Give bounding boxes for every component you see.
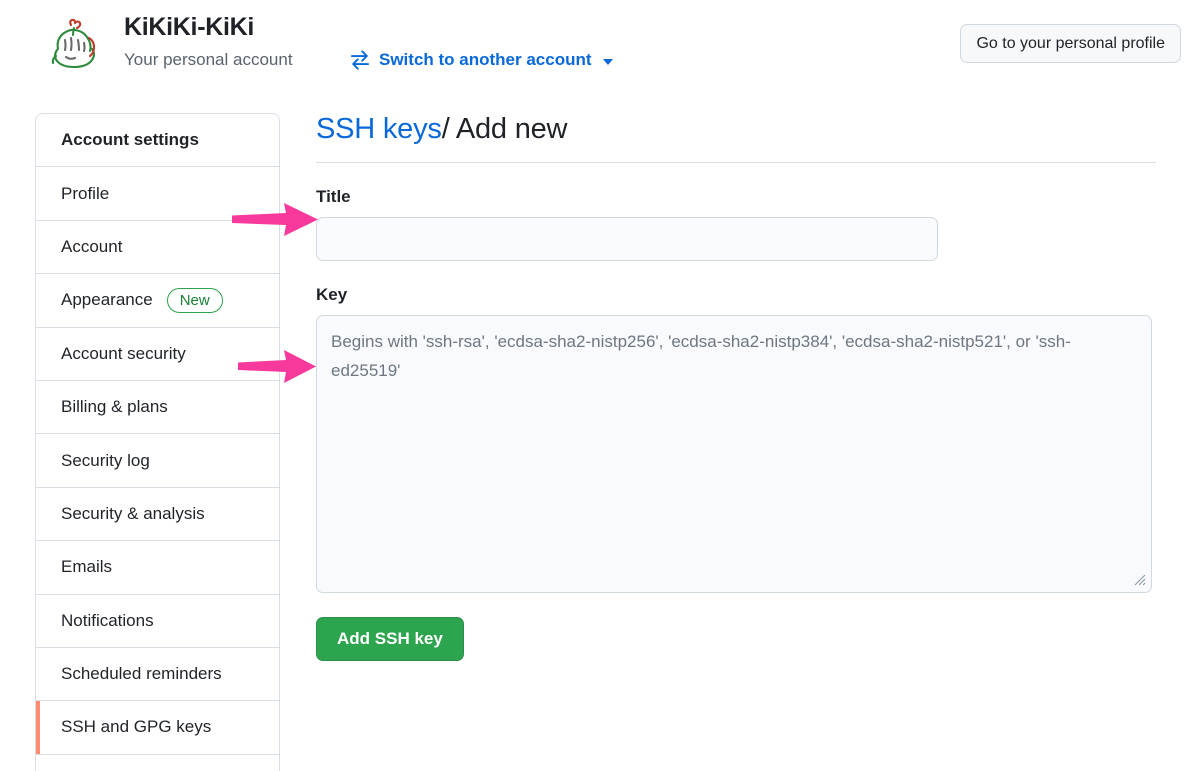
account-subtitle: Your personal account (124, 50, 293, 69)
breadcrumb-current: Add new (455, 113, 568, 145)
switch-arrows-icon (350, 50, 370, 70)
sidebar-item-emails[interactable]: Emails (36, 541, 279, 595)
sidebar-item-ssh-and-gpg-keys[interactable]: SSH and GPG keys (36, 701, 279, 755)
sidebar-item-label: Profile (61, 183, 110, 203)
sidebar-item-billing-plans[interactable]: Billing & plans (36, 381, 279, 435)
switch-account-control[interactable]: Switch to another account (350, 50, 613, 70)
key-field-label: Key (316, 285, 348, 304)
sidebar-item-account-security[interactable]: Account security (36, 328, 279, 381)
go-to-personal-profile-button[interactable]: Go to your personal profile (960, 24, 1181, 63)
header-divider (316, 162, 1156, 163)
sidebar-item-label: Billing & plans (61, 397, 168, 417)
breadcrumb-ssh-keys-link[interactable]: SSH keys (316, 113, 442, 145)
breadcrumb: SSH keys/ Add new (316, 113, 1156, 162)
sidebar-item-label: Appearance (61, 290, 153, 310)
sidebar-item-account[interactable]: Account (36, 221, 279, 275)
sidebar-item-partial[interactable] (36, 755, 279, 771)
account-settings-sidebar: Account settings Profile Account Appearanc… (35, 113, 280, 771)
sidebar-item-badge: New (166, 287, 223, 313)
sidebar-item-appearance[interactable]: Appearance New (36, 274, 279, 328)
account-name: KiKiKi-KiKi (124, 13, 255, 41)
chevron-down-icon[interactable] (602, 58, 613, 65)
title-input[interactable] (316, 217, 938, 261)
page-root: KiKiKi-KiKi Your personal account Switch… (0, 0, 1200, 771)
add-ssh-key-button[interactable]: Add SSH key (316, 617, 464, 661)
sidebar-item-security-log[interactable]: Security log (36, 434, 279, 488)
sidebar-item-security-analysis[interactable]: Security & analysis (36, 488, 279, 542)
key-textarea[interactable] (316, 315, 1152, 593)
sidebar-item-profile[interactable]: Profile (36, 167, 279, 221)
sidebar-item-label: Emails (61, 557, 113, 577)
sidebar-item-scheduled-reminders[interactable]: Scheduled reminders (36, 648, 279, 702)
title-field-label: Title (316, 187, 351, 206)
main-content: SSH keys/ Add new Title Key Add SSH key (316, 113, 1156, 661)
account-header: KiKiKi-KiKi Your personal account Switch… (0, 0, 1200, 96)
sidebar-item-label: Account (61, 236, 123, 256)
breadcrumb-separator: / (441, 113, 450, 145)
sidebar-item-label: SSH and GPG keys (61, 717, 212, 737)
sidebar-item-label: Account security (61, 343, 186, 363)
sidebar-item-label: Security & analysis (61, 503, 205, 523)
avatar[interactable] (44, 16, 104, 74)
key-textarea-wrapper (316, 315, 1152, 593)
sidebar-item-label: Security log (61, 450, 150, 470)
switch-account-link[interactable]: Switch to another account (379, 50, 592, 70)
sidebar-item-label: Notifications (61, 610, 154, 630)
sidebar-title: Account settings (36, 114, 279, 168)
sidebar-item-label: Scheduled reminders (61, 664, 222, 684)
sidebar-title-label: Account settings (61, 130, 199, 150)
sidebar-item-notifications[interactable]: Notifications (36, 595, 279, 648)
